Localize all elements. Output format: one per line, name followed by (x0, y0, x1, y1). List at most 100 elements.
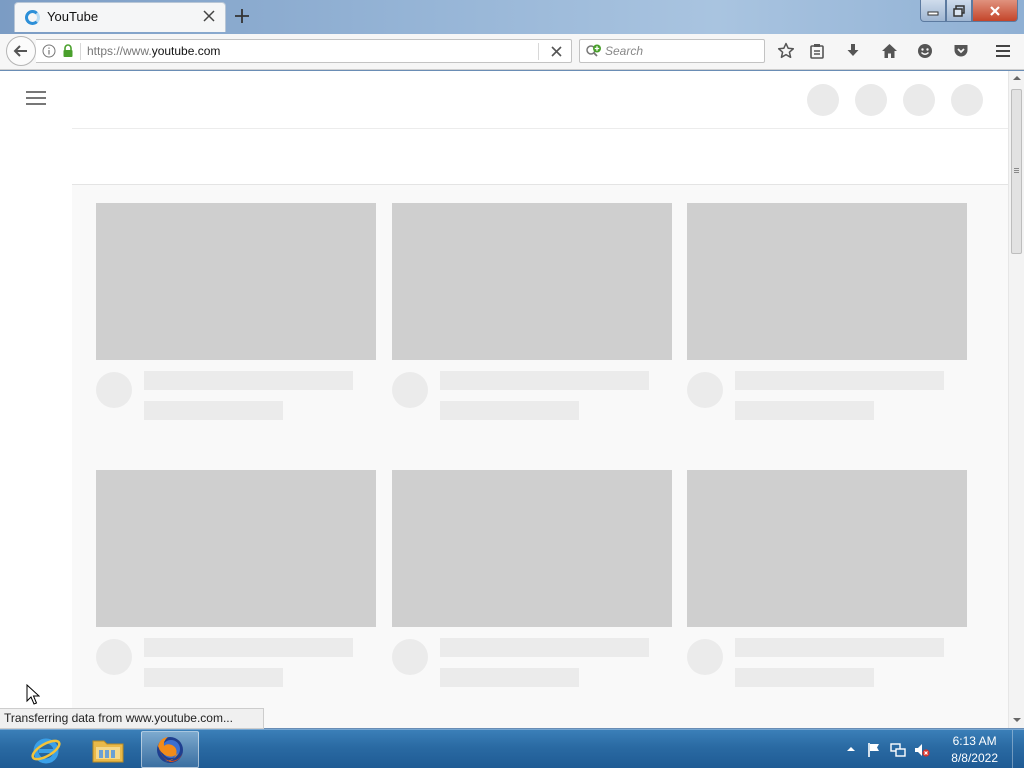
pocket-icon (954, 45, 968, 57)
avatar-placeholder (392, 372, 428, 408)
home-icon (881, 44, 897, 58)
video-card-placeholder (392, 470, 672, 687)
scrollbar-thumb[interactable] (1011, 89, 1022, 254)
firefox-icon (157, 736, 183, 763)
header-placeholder-circle (855, 84, 887, 116)
taskbar-windows-explorer[interactable] (79, 731, 137, 768)
action-center-flag-icon[interactable] (866, 742, 882, 758)
clock-time: 6:13 AM (952, 734, 997, 748)
title-placeholder (735, 371, 944, 390)
ie-icon (31, 738, 61, 763)
minimize-icon (927, 11, 939, 15)
clipboard-icon (810, 44, 824, 59)
system-tray: 6:13 AM 8/8/2022 (824, 730, 1024, 768)
avatar-placeholder (687, 639, 723, 675)
smiley-icon (918, 44, 932, 58)
scroll-up-arrow-icon[interactable] (1012, 73, 1022, 83)
header-placeholder-circle (903, 84, 935, 116)
url-prefix: https://www. (87, 44, 152, 58)
taskbar-clock[interactable]: 6:13 AM 8/8/2022 (951, 733, 998, 767)
home-button[interactable] (879, 41, 899, 61)
meta-placeholder (440, 668, 579, 687)
video-feed (72, 185, 1008, 728)
taskbar-internet-explorer[interactable] (17, 731, 75, 768)
video-card-placeholder (687, 203, 967, 420)
restore-button[interactable] (946, 0, 972, 22)
url-separator (80, 43, 81, 60)
avatar-placeholder (687, 372, 723, 408)
url-bar[interactable]: https://www.youtube.com (36, 39, 572, 63)
thumbnail-placeholder (392, 470, 672, 627)
folder-icon (92, 740, 124, 762)
meta-placeholder (144, 668, 283, 687)
chip-bar-placeholder (72, 128, 1008, 185)
thumbnail-placeholder (392, 203, 672, 360)
new-tab-icon[interactable] (232, 6, 252, 26)
url-host: youtube.com (151, 44, 221, 58)
status-panel: Transferring data from www.youtube.com..… (0, 708, 264, 729)
back-button[interactable] (6, 36, 36, 66)
screen: YouTube https://www.youtube.com Search T… (0, 0, 1024, 768)
back-arrow-icon (13, 45, 27, 57)
title-placeholder (144, 371, 353, 390)
reading-list-button[interactable] (807, 41, 827, 61)
restore-icon (953, 4, 965, 17)
video-card-placeholder (96, 470, 376, 687)
url-separator-right (538, 43, 539, 60)
scrollbar-grip (1014, 168, 1019, 174)
url-text[interactable]: https://www.youtube.com (87, 44, 220, 58)
header-placeholder-circle (807, 84, 839, 116)
open-menu-button[interactable] (993, 41, 1013, 61)
close-tab-icon[interactable] (201, 8, 217, 24)
title-placeholder (144, 638, 353, 657)
taskbar-firefox[interactable] (141, 731, 199, 768)
close-icon (990, 5, 1000, 16)
bookmark-star-button[interactable] (776, 41, 796, 61)
volume-muted-icon[interactable] (914, 742, 930, 758)
avatar-placeholder (96, 639, 132, 675)
meta-placeholder (440, 401, 579, 420)
search-bar[interactable]: Search (579, 39, 765, 63)
search-placeholder: Search (605, 44, 644, 58)
close-window-button[interactable] (972, 0, 1018, 22)
show-hidden-icons-arrow-icon[interactable] (846, 744, 856, 754)
thumbnail-placeholder (687, 203, 967, 360)
meta-placeholder (735, 401, 874, 420)
clock-date: 8/8/2022 (951, 751, 998, 765)
window-controls (920, 0, 1018, 22)
search-engine-icon[interactable] (585, 44, 603, 59)
tab-title: YouTube (47, 9, 99, 24)
avatar-placeholder (392, 639, 428, 675)
network-icon[interactable] (890, 742, 906, 758)
meta-placeholder (735, 668, 874, 687)
info-icon[interactable] (42, 44, 56, 58)
guide-menu-icon[interactable] (26, 91, 46, 105)
title-placeholder (440, 638, 649, 657)
meta-placeholder (144, 401, 283, 420)
thumbnail-placeholder (96, 470, 376, 627)
download-arrow-icon (847, 44, 859, 56)
video-card-placeholder (687, 470, 967, 687)
stop-loading-icon[interactable] (550, 45, 563, 58)
lock-icon[interactable] (62, 44, 74, 58)
menu-icon (996, 45, 1010, 57)
thumbnail-placeholder (96, 203, 376, 360)
downloads-button[interactable] (843, 41, 863, 61)
navigation-toolbar: https://www.youtube.com Search (0, 34, 1024, 70)
star-icon (777, 42, 795, 59)
header-placeholder-circle (951, 84, 983, 116)
title-placeholder (440, 371, 649, 390)
scroll-down-arrow-icon[interactable] (1012, 715, 1022, 725)
browser-titlebar: YouTube (0, 0, 1024, 34)
mouse-cursor-icon (26, 684, 40, 705)
page-content (0, 71, 1008, 728)
vertical-scrollbar[interactable] (1008, 71, 1024, 728)
tab-youtube[interactable]: YouTube (14, 2, 226, 32)
pocket-button[interactable] (951, 41, 971, 61)
minimize-button[interactable] (920, 0, 946, 22)
avatar-placeholder (96, 372, 132, 408)
loading-spinner-icon (25, 10, 40, 25)
windows-taskbar: 6:13 AM 8/8/2022 (0, 729, 1024, 768)
hello-button[interactable] (915, 41, 935, 61)
show-desktop-button[interactable] (1012, 730, 1024, 768)
